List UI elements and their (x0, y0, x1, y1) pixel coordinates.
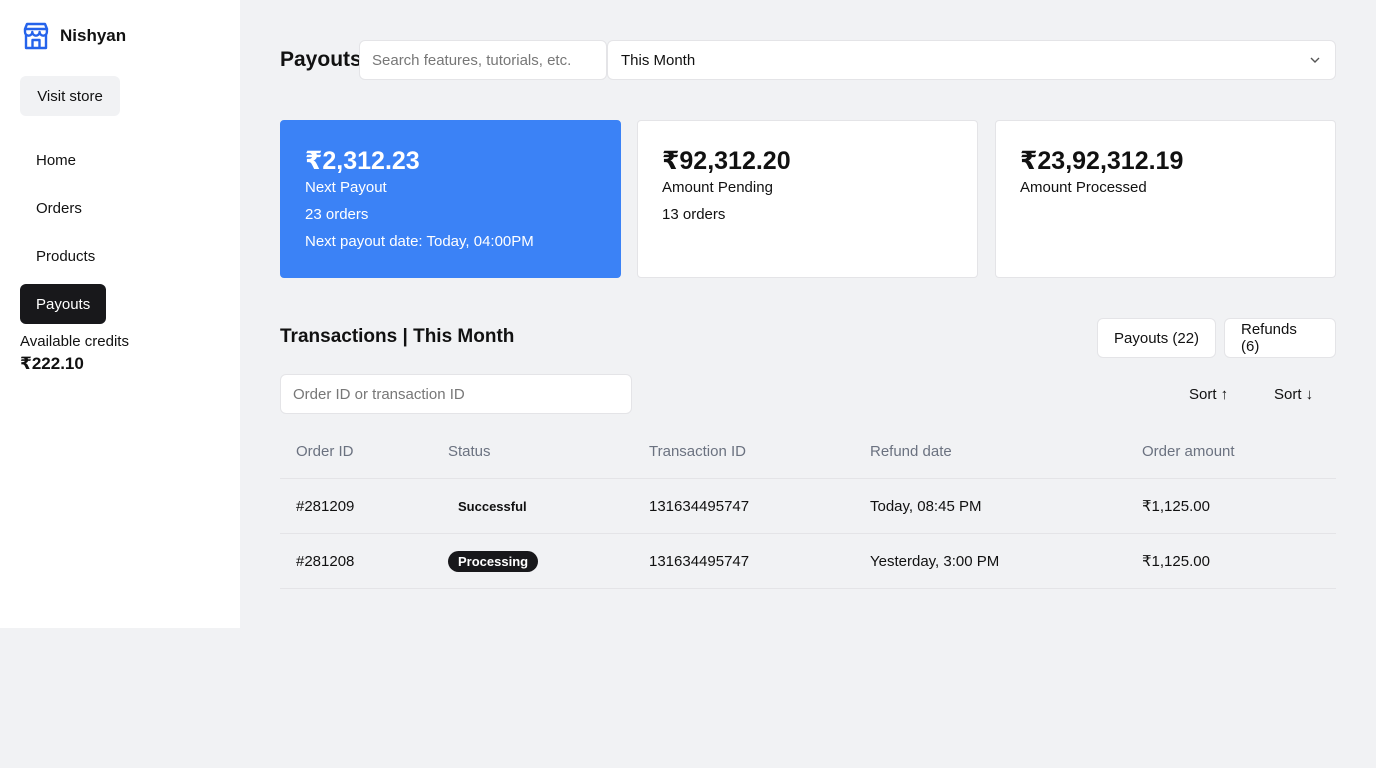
brand[interactable]: Nishyan (20, 20, 126, 52)
card-label: Amount Pending (662, 179, 773, 196)
refund-date: Today, 08:45 PM (870, 497, 982, 515)
page-title: Payouts (280, 48, 362, 71)
amount-processed-card: ₹23,92,312.19 Amount Processed (995, 120, 1336, 278)
transactions-title: Transactions | This Month (280, 326, 515, 347)
column-header-order-id[interactable]: Order ID (296, 424, 354, 478)
card-orders: 13 orders (662, 206, 726, 223)
sort-descending-button[interactable]: Sort ↓ (1260, 374, 1327, 414)
transactions-table: Order ID Status Transaction ID Refund da… (280, 424, 1336, 589)
payouts-tab-button[interactable]: Payouts (22) (1097, 318, 1217, 358)
period-select-value: This Month (621, 51, 696, 69)
sidebar-item-products[interactable]: Products (20, 236, 111, 276)
card-amount: ₹92,312.20 (662, 147, 791, 175)
card-label: Next Payout (305, 179, 387, 196)
status-cell: Processing (448, 534, 539, 588)
order-amount: ₹1,125.00 (1142, 553, 1210, 570)
refunds-tab-button[interactable]: Refunds (6) (1224, 318, 1336, 358)
order-amount: ₹1,125.00 (1142, 498, 1210, 515)
credits-label: Available credits (20, 333, 129, 350)
transaction-id: 131634495747 (649, 552, 750, 570)
column-header-refund-date[interactable]: Refund date (870, 424, 952, 478)
sidebar-nav: Home Orders Products Payouts (20, 140, 111, 332)
order-id: #281209 (296, 497, 355, 515)
status-badge: Processing (448, 550, 539, 572)
card-label: Amount Processed (1020, 179, 1147, 196)
refund-date: Yesterday, 3:00 PM (870, 552, 1000, 570)
sidebar-item-payouts[interactable]: Payouts (20, 284, 107, 324)
store-icon (23, 22, 49, 50)
table-header: Order ID Status Transaction ID Refund da… (280, 424, 1336, 479)
table-row[interactable]: #281208 Processing 131634495747 Yesterda… (280, 534, 1336, 589)
order-id: #281208 (296, 552, 355, 570)
card-amount: ₹23,92,312.19 (1020, 147, 1184, 175)
card-amount: ₹2,312.23 (305, 147, 420, 175)
search-input[interactable] (359, 40, 607, 80)
brand-name: Nishyan (60, 26, 127, 45)
sidebar: Nishyan Visit store Home Orders Products… (0, 0, 240, 628)
chevron-down-icon (1310, 57, 1320, 63)
visit-store-button[interactable]: Visit store (20, 76, 120, 116)
column-header-transaction-id[interactable]: Transaction ID (649, 424, 746, 478)
status-badge: Successful (458, 498, 527, 514)
table-row[interactable]: #281209 Successful 131634495747 Today, 0… (280, 479, 1336, 534)
sidebar-item-home[interactable]: Home (20, 140, 111, 180)
transaction-id: 131634495747 (649, 497, 750, 515)
transaction-search-input[interactable] (280, 374, 632, 414)
amount-pending-card: ₹92,312.20 Amount Pending 13 orders (637, 120, 978, 278)
available-credits: Available credits ₹222.10 (20, 333, 129, 374)
card-orders: 23 orders (305, 206, 369, 223)
sidebar-item-orders[interactable]: Orders (20, 188, 111, 228)
column-header-status[interactable]: Status (448, 424, 491, 478)
card-payout-date: Next payout date: Today, 04:00PM (305, 233, 534, 250)
credits-value: ₹222.10 (20, 354, 84, 373)
column-header-order-amount[interactable]: Order amount (1142, 424, 1235, 478)
period-select[interactable]: This Month (607, 40, 1336, 80)
next-payout-card: ₹2,312.23 Next Payout 23 orders Next pay… (280, 120, 621, 278)
sort-ascending-button[interactable]: Sort ↑ (1175, 374, 1242, 414)
status-cell: Successful (448, 479, 537, 533)
